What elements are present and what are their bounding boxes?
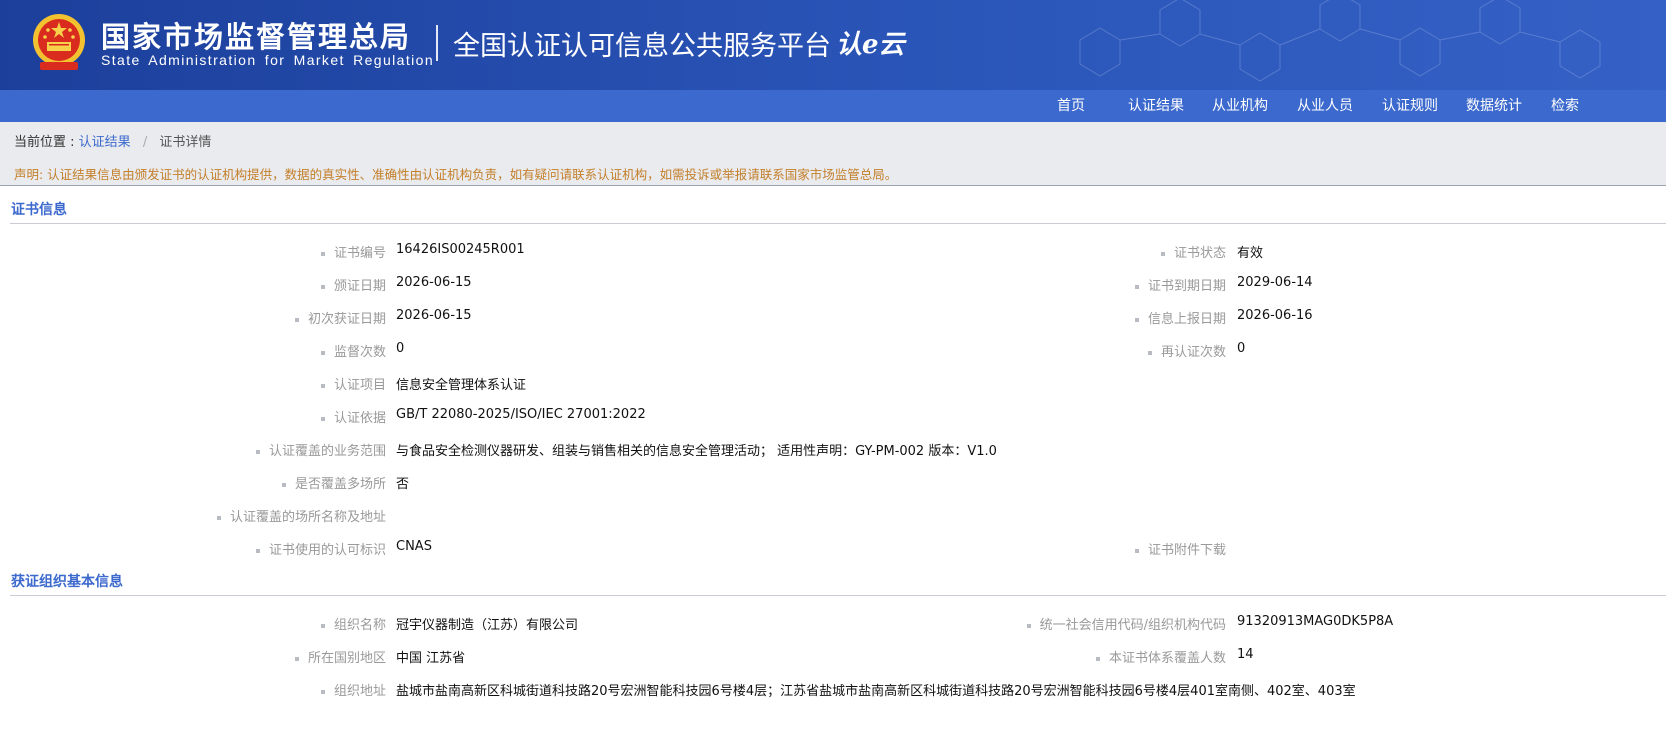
main-nav: 首页 认证结果 从业机构 从业人员 认证规则 数据统计 检索	[0, 90, 1666, 122]
national-emblem-icon	[33, 14, 85, 70]
nav-item-home[interactable]: 首页	[1057, 90, 1085, 122]
field-label: 证书编号	[320, 242, 386, 261]
nav-item-cert-results[interactable]: 认证结果	[1128, 90, 1184, 122]
recert-count-value: 0	[1237, 341, 1246, 356]
field-label: 认证覆盖的场所名称及地址	[216, 506, 386, 525]
section-divider	[10, 223, 1666, 224]
hexagon-pattern-decoration	[1079, 0, 1601, 82]
field-label: 证书使用的认可标识	[255, 539, 386, 558]
covered-staff-value: 14	[1237, 647, 1254, 662]
breadcrumb-prefix: 当前位置 :	[14, 135, 75, 150]
breadcrumb: 当前位置 : 认证结果 / 证书详情	[14, 131, 211, 150]
business-scope-value: 与食品安全检测仪器研发、组装与销售相关的信息安全管理活动； 适用性声明：GY-P…	[396, 444, 997, 459]
first-cert-date-value: 2026-06-15	[396, 308, 472, 323]
nav-item-personnel[interactable]: 从业人员	[1297, 90, 1353, 122]
header-divider	[436, 25, 438, 61]
field-label: 认证覆盖的业务范围	[255, 440, 386, 459]
cert-status-value: 有效	[1237, 246, 1264, 261]
org-section-title: 获证组织基本信息	[11, 574, 123, 590]
agency-name-en: State Administration for Market Regulati…	[101, 52, 435, 68]
field-label: 初次获证日期	[294, 308, 386, 327]
field-label: 监督次数	[320, 341, 386, 360]
issue-date-value: 2026-06-15	[396, 275, 472, 290]
agency-name-cn: 国家市场监督管理总局	[101, 20, 412, 54]
field-label: 本证书体系覆盖人数	[1095, 647, 1226, 666]
cert-section-title: 证书信息	[11, 202, 67, 218]
surveillance-count-value: 0	[396, 341, 405, 356]
field-label: 认证依据	[320, 407, 386, 426]
field-label: 认证项目	[320, 374, 386, 393]
site-header: 国家市场监督管理总局 State Administration for Mark…	[0, 0, 1666, 90]
field-label: 再认证次数	[1147, 341, 1226, 360]
report-date-value: 2026-06-16	[1237, 308, 1313, 323]
field-label: 颁证日期	[320, 275, 386, 294]
breadcrumb-separator: /	[142, 135, 148, 150]
nav-item-search[interactable]: 检索	[1551, 90, 1579, 122]
expiry-date-value: 2029-06-14	[1237, 275, 1313, 290]
attachment-download-label[interactable]: 证书附件下载	[1134, 539, 1226, 558]
renyun-logo: 认e云	[836, 30, 905, 60]
accreditation-mark-value: CNAS	[396, 539, 432, 554]
org-address-value: 盐城市盐南高新区科城街道科技路20号宏洲智能科技园6号楼4层；江苏省盐城市盐南高…	[396, 684, 1356, 699]
nav-item-agencies[interactable]: 从业机构	[1212, 90, 1268, 122]
org-name-value: 冠宇仪器制造（江苏）有限公司	[396, 618, 579, 633]
field-label: 信息上报日期	[1134, 308, 1226, 327]
section-divider	[10, 595, 1666, 596]
nav-item-rules[interactable]: 认证规则	[1382, 90, 1438, 122]
field-label: 所在国别地区	[294, 647, 386, 666]
field-label: 组织地址	[320, 680, 386, 699]
credit-code-value: 91320913MAG0DK5P8A	[1237, 614, 1394, 629]
breadcrumb-current: 证书详情	[159, 135, 212, 150]
field-label: 组织名称	[320, 614, 386, 633]
org-region-value: 中国 江苏省	[396, 651, 466, 666]
content-panel: 证书信息 证书编号 16426IS00245R001 颁证日期 2026-06-…	[0, 185, 1666, 755]
field-label: 统一社会信用代码/组织机构代码	[1026, 614, 1226, 633]
nav-item-statistics[interactable]: 数据统计	[1466, 90, 1522, 122]
field-label: 证书状态	[1160, 242, 1226, 261]
cert-number-value: 16426IS00245R001	[396, 242, 525, 257]
multi-site-value: 否	[396, 477, 410, 492]
field-label: 证书到期日期	[1134, 275, 1226, 294]
cert-project-value: 信息安全管理体系认证	[396, 378, 527, 393]
platform-title: 全国认证认可信息公共服务平台	[453, 31, 831, 62]
cert-basis-value: GB/T 22080-2025/ISO/IEC 27001:2022	[396, 407, 646, 422]
breadcrumb-link-cert-results[interactable]: 认证结果	[79, 135, 131, 150]
field-label: 是否覆盖多场所	[281, 473, 386, 492]
disclaimer-notice: 声明: 认证结果信息由颁发证书的认证机构提供，数据的真实性、准确性由认证机构负责…	[14, 167, 898, 182]
